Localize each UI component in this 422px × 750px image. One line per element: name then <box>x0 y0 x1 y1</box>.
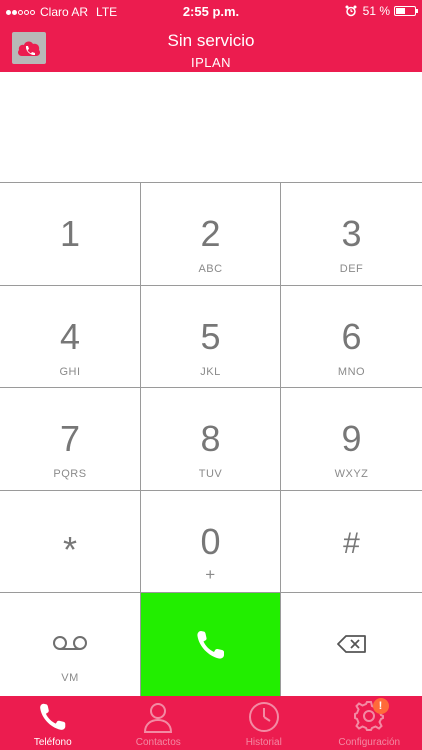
key-digit: # <box>343 527 360 560</box>
key-letters: DEF <box>339 263 364 275</box>
tab-label: Teléfono <box>33 737 72 748</box>
key-2[interactable]: 2 ABC <box>141 183 281 286</box>
phone-icon <box>196 631 224 659</box>
key-letters: TUV <box>198 468 223 480</box>
alarm-icon <box>345 5 357 17</box>
provider-name: IPLAN <box>190 55 232 70</box>
key-digit: 9 <box>341 418 362 459</box>
key-0[interactable]: 0 + <box>141 491 281 593</box>
tab-contactos[interactable]: Contactos <box>106 696 212 750</box>
tab-telefono[interactable]: Teléfono <box>0 696 106 750</box>
key-digit: 3 <box>341 213 362 254</box>
key-3[interactable]: 3 DEF <box>281 183 422 286</box>
key-6[interactable]: 6 MNO <box>281 286 422 388</box>
clock-icon <box>248 702 279 732</box>
tab-label: Historial <box>245 737 282 748</box>
backspace-icon <box>336 635 366 653</box>
key-8[interactable]: 8 TUV <box>141 388 281 491</box>
tab-label: Configuración <box>338 737 401 748</box>
dialed-number-display <box>0 72 422 182</box>
status-bar: Claro AR LTE 2:55 p.m. 51 % <box>0 0 422 24</box>
dial-keypad: 1 2 ABC 3 DEF 4 GHI 5 JKL 6 MNO 7 PQRS 8… <box>0 182 422 697</box>
key-digit: 1 <box>59 213 81 254</box>
tab-historial[interactable]: Historial <box>211 696 317 750</box>
delete-button[interactable] <box>281 593 422 697</box>
key-9[interactable]: 9 WXYZ <box>281 388 422 491</box>
page-title: Sin servicio <box>167 31 255 50</box>
voicemail-label: VM <box>61 672 79 684</box>
key-letters: WXYZ <box>334 468 369 480</box>
key-letters: + <box>205 565 216 584</box>
phone-icon <box>39 703 66 730</box>
key-digit: 2 <box>200 213 221 254</box>
key-4[interactable]: 4 GHI <box>0 286 141 388</box>
key-letters: MNO <box>337 366 366 378</box>
settings-alert-badge: ! <box>372 698 389 714</box>
key-hash[interactable]: # <box>281 491 422 593</box>
key-letters: ABC <box>198 263 223 275</box>
key-digit: 8 <box>200 418 221 459</box>
bottom-tab-bar: Teléfono Contactos Historial ! Configura… <box>0 696 422 750</box>
battery-icon <box>394 6 418 16</box>
key-digit: 0 <box>200 521 221 562</box>
person-icon <box>144 703 173 733</box>
call-button[interactable] <box>141 593 281 697</box>
key-letters: GHI <box>59 366 81 378</box>
key-digit: 6 <box>341 316 362 357</box>
key-letters: JKL <box>200 366 221 378</box>
key-digit: * <box>62 529 77 570</box>
voicemail-button[interactable]: VM <box>0 593 141 697</box>
battery-percent: 51 % <box>362 4 390 18</box>
key-star[interactable]: * <box>0 491 141 593</box>
tab-configuracion[interactable]: ! Configuración <box>317 696 422 750</box>
voicemail-icon <box>53 636 87 650</box>
key-digit: 5 <box>200 316 221 357</box>
battery-info: 51 % <box>345 4 418 18</box>
app-header: Claro AR LTE 2:55 p.m. 51 % Sin servicio… <box>0 0 422 72</box>
tab-label: Contactos <box>135 737 181 748</box>
key-letters: PQRS <box>53 468 87 480</box>
key-7[interactable]: 7 PQRS <box>0 388 141 491</box>
key-digit: 7 <box>59 418 81 459</box>
key-digit: 4 <box>59 316 81 357</box>
key-5[interactable]: 5 JKL <box>141 286 281 388</box>
key-1[interactable]: 1 <box>0 183 141 286</box>
